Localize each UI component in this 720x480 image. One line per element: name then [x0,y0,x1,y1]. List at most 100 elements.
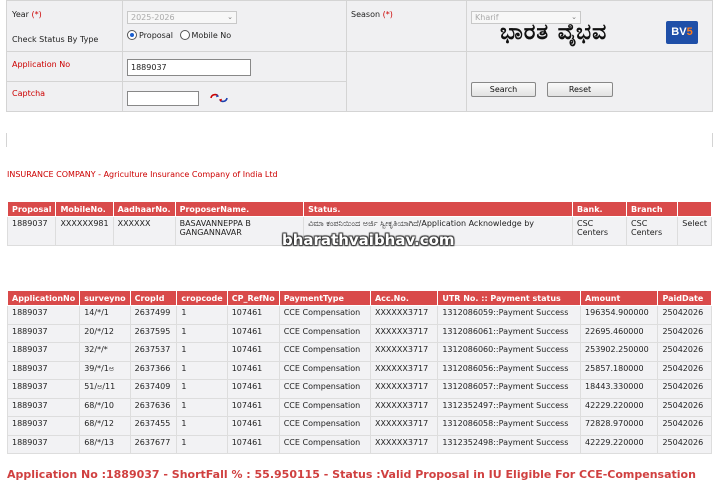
payment-row: 1889037 32/*/* 2637537 1 107461 CCE Compensat… [6,342,712,362]
refresh-captcha-icon[interactable] [209,93,228,105]
application-no-field-cell: 1889037 [122,51,347,82]
payment-cell: 1 [176,434,228,454]
status-type-radio-group: Proposal Mobile No [127,30,342,40]
payment-col-header: Amount [580,290,659,306]
bv5-badge: BV5 [666,21,698,44]
proposal-col-header [677,201,712,217]
payment-cell: 1 [176,323,228,343]
bv-badge-text: BV [671,26,687,38]
application-no-label-cell: Application No [6,51,123,82]
payment-cell: 20/*/12 [79,323,131,343]
payment-col-header: Acc.No. [369,290,439,306]
proposal-cell: CSC Centers [571,216,628,246]
payment-cell: 1312086061::Payment Success [437,323,582,343]
year-select-value: 2025-2026 [131,13,175,22]
payment-cell: 25042026 [657,397,712,417]
insurance-company-label: INSURANCE COMPANY - Agriculture Insuranc… [7,170,278,179]
payment-cell: 1 [176,342,228,362]
payment-cell: 42229.220000 [580,434,659,454]
payment-cell: CCE Compensation [278,397,371,417]
payment-cell: 1312086056::Payment Success [437,360,582,380]
payment-col-header: cropcode [176,290,228,306]
payment-cell: 72828.970000 [580,416,659,436]
payment-cell: XXXXXX3717 [369,360,439,380]
payment-col-header: CP_RefNo [226,290,280,306]
actions-cell: Search Reset [466,51,713,112]
season-required-mark: (*) [382,10,393,19]
payment-cell: 1889037 [6,434,81,454]
check-status-label: Check Status By Type [12,35,99,44]
payment-row: 1889037 68/*/12 2637455 1 107461 CCE Compensa… [6,416,712,436]
mobile-radio[interactable] [179,30,190,40]
payment-cell: 42229.220000 [580,397,659,417]
proposal-radio[interactable] [127,30,137,40]
payment-cell: 107461 [226,305,280,325]
payment-cell: 2637455 [129,416,178,436]
payment-cell: 25042026 [657,360,712,380]
proposal-cell: XXXXXX [112,216,176,246]
payment-cell: 14/*/1 [79,305,131,325]
payment-cell: 25042026 [657,416,712,436]
payment-cell: 2637366 [129,360,178,380]
payment-cell: CCE Compensation [278,416,371,436]
year-field-cell: 2025-2026 ⌄ Proposal Mobile No [122,0,347,52]
payment-cell: 25042026 [657,434,712,454]
payment-cell: 1889037 [6,397,81,417]
payment-cell: 39/*/1ಅ [79,360,131,380]
proposal-cell: 1889037 [6,216,57,246]
payment-cell: CCE Compensation [278,323,371,343]
empty-cell [346,51,467,112]
payment-cell: XXXXXX3717 [369,434,439,454]
captcha-field-cell [122,81,347,112]
payment-cell: 1 [176,416,228,436]
proposal-col-header: Branch [626,201,679,217]
reset-button[interactable]: Reset [547,82,613,97]
payment-cell: 1889037 [6,342,81,362]
payment-cell: 2637636 [129,397,178,417]
payment-table: ApplicationNo surveyno CropId cropcode CP_Re… [6,290,712,454]
year-label: Year [12,10,29,19]
season-label-cell: Season (*) [346,0,467,52]
payment-cell: 25042026 [657,305,712,325]
payment-cell: 1312352498::Payment Success [437,434,582,454]
payment-cell: 107461 [226,342,280,362]
application-no-label: Application No [12,60,71,69]
payment-cell: 1 [176,305,228,325]
application-no-input[interactable]: 1889037 [127,59,251,76]
payment-cell: 107461 [226,416,280,436]
captcha-input[interactable] [127,91,199,106]
payment-cell: 32/*/* [79,342,131,362]
captcha-label-cell: Captcha [6,81,123,112]
separator-row [6,133,713,147]
payment-cell: 25042026 [657,379,712,399]
mobile-radio-label: Mobile No [191,30,232,40]
season-select-value: Kharif [475,13,499,22]
payment-cell: 25042026 [657,342,712,362]
payment-cell: 68/*/10 [79,397,131,417]
payment-cell: 1312086057::Payment Success [437,379,582,399]
payment-cell: XXXXXX3717 [369,305,439,325]
payment-cell: XXXXXX3717 [369,397,439,417]
payment-cell: 2637677 [129,434,178,454]
payment-row: 1889037 68/*/10 2637636 1 107461 CCE Compensa… [6,397,712,417]
select-link[interactable]: Select [677,216,712,246]
proposal-col-header: ProposerName. [174,201,305,217]
payment-cell: 253902.250000 [580,342,659,362]
payment-table-header: ApplicationNo surveyno CropId cropcode CP_Re… [6,290,712,306]
payment-row: 1889037 14/*/1 2637499 1 107461 CCE Compensat… [6,305,712,325]
payment-col-header: UTR No. :: Payment status [437,290,582,306]
payment-col-header: surveyno [79,290,131,306]
payment-cell: 1 [176,397,228,417]
payment-cell: 107461 [226,379,280,399]
payment-row: 1889037 51/ಅ/11 2637409 1 107461 CCE Compensa… [6,379,712,399]
year-select[interactable]: 2025-2026 ⌄ [127,11,237,24]
search-button[interactable]: Search [471,82,536,97]
payment-cell: 2637595 [129,323,178,343]
watermark: bharathvaibhav.com [282,231,455,249]
payment-cell: XXXXXX3717 [369,379,439,399]
proposal-cell: XXXXXX981 [55,216,114,246]
payment-cell: 1 [176,379,228,399]
payment-col-header: PaidDate [657,290,712,306]
payment-cell: 1889037 [6,416,81,436]
proposal-cell: CSC Centers [626,216,679,246]
